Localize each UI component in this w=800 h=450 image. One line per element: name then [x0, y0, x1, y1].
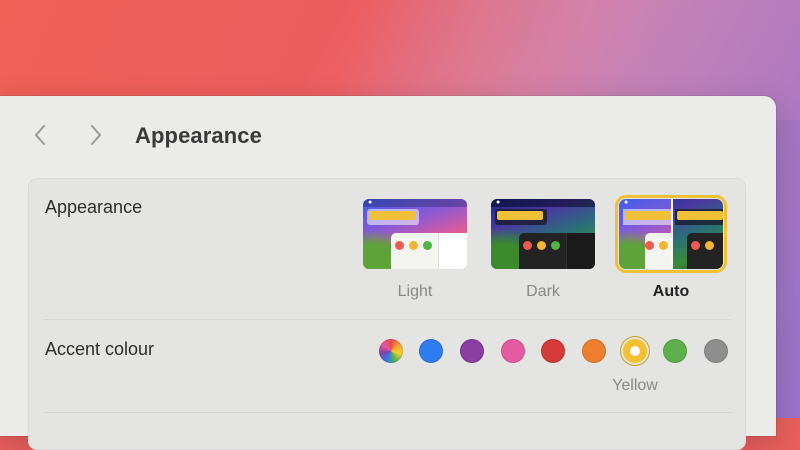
- apple-logo-icon: ●: [368, 199, 373, 206]
- accent-graphite-swatch[interactable]: [704, 339, 728, 363]
- appearance-light-label[interactable]: Light: [363, 283, 467, 301]
- accent-blue-swatch[interactable]: [419, 339, 443, 363]
- appearance-auto-thumbnail[interactable]: ●: [615, 195, 727, 273]
- appearance-dark-thumbnail[interactable]: ●: [491, 199, 595, 269]
- toolbar: Appearance: [0, 96, 776, 174]
- accent-orange-swatch[interactable]: [582, 339, 606, 363]
- chevron-left-icon: [35, 125, 45, 145]
- apple-logo-icon: ●: [624, 199, 629, 206]
- apple-logo-icon: ●: [496, 199, 501, 206]
- settings-window: Appearance Appearance ● Light ● Dark ● A…: [0, 96, 776, 450]
- settings-panel: Appearance ● Light ● Dark ● Auto Accent …: [28, 178, 746, 450]
- accent-pink-swatch[interactable]: [501, 339, 525, 363]
- forward-button[interactable]: [85, 122, 107, 148]
- back-button[interactable]: [29, 122, 51, 148]
- divider: [43, 412, 731, 413]
- divider: [43, 319, 731, 320]
- accent-multicolour-swatch[interactable]: [379, 339, 403, 363]
- chevron-right-icon: [91, 125, 101, 145]
- appearance-row-label: Appearance: [45, 197, 143, 217]
- appearance-auto-label[interactable]: Auto: [619, 283, 723, 301]
- appearance-dark-label[interactable]: Dark: [491, 283, 595, 301]
- accent-yellow-swatch[interactable]: [623, 339, 647, 363]
- appearance-light-thumbnail[interactable]: ●: [363, 199, 467, 269]
- page-title: Appearance: [135, 123, 262, 148]
- accent-green-swatch[interactable]: [663, 339, 687, 363]
- accent-selected-caption: Yellow: [612, 377, 658, 394]
- accent-red-swatch[interactable]: [541, 339, 565, 363]
- accent-colour-row-label: Accent colour: [45, 339, 155, 359]
- accent-purple-swatch[interactable]: [460, 339, 484, 363]
